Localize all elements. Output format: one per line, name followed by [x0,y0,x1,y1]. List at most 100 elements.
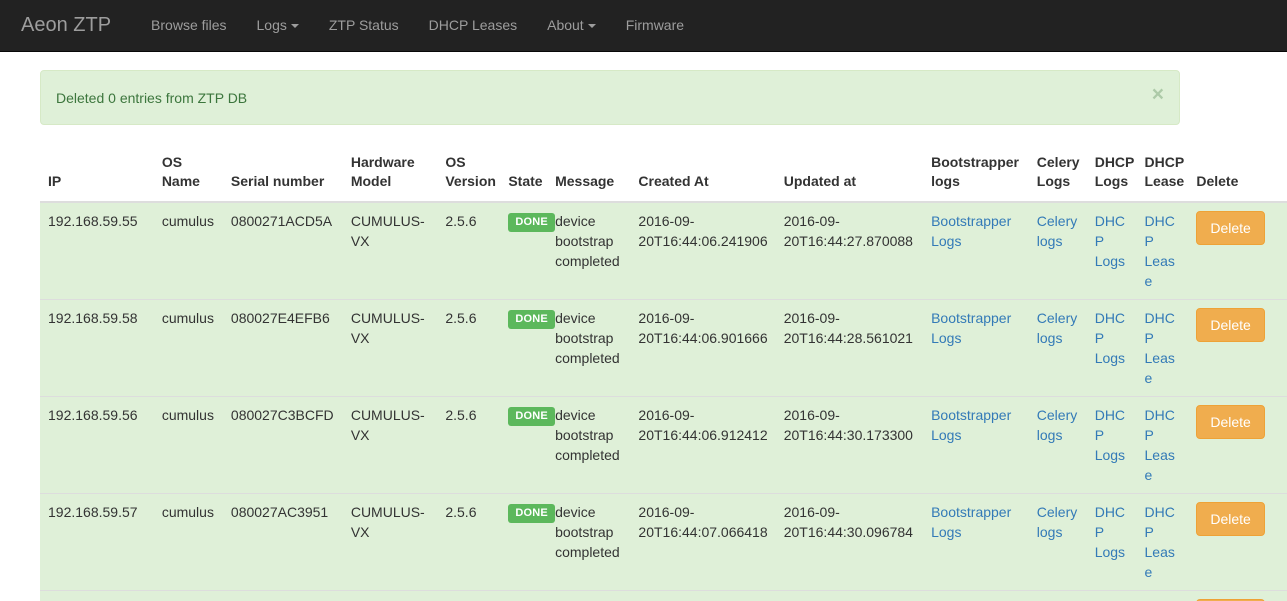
chevron-down-icon [587,24,596,29]
status-badge: DONE [508,309,555,329]
nav-item-about[interactable]: About [532,0,611,51]
header-ip: IP [40,145,154,203]
celery-logs-link[interactable]: Celery logs [1037,407,1077,443]
nav-link-about[interactable]: About [532,0,611,51]
nav-link-about-label: About [547,17,584,33]
nav-item-browse-files[interactable]: Browse files [136,0,241,51]
cell-state: DONE [500,590,555,601]
nav-item-logs[interactable]: Logs [242,0,314,51]
cell-delete: Delete [1188,299,1287,397]
dhcp-lease-link[interactable]: DHCP Lease [1145,504,1175,580]
header-celery-logs: Celery Logs [1028,145,1087,203]
nav-link-ztp-status[interactable]: ZTP Status [314,0,414,51]
status-badge: DONE [508,406,555,426]
cell-updated-at: 2016-09-20T16:44:27.870088 [775,201,924,300]
dhcp-logs-link[interactable]: DHCP Logs [1095,213,1125,269]
bootstrapper-logs-link[interactable]: Bootstrapper Logs [931,407,1011,443]
header-hardware-model: Hardware Model [342,145,438,203]
header-os-name: OS Name [153,145,223,203]
cell-created-at: 2016-09-20T16:44:06.912412 [630,396,776,494]
delete-button[interactable]: Delete [1196,502,1265,536]
cell-celery-logs: Celery logs [1028,396,1087,494]
table-row: 192.168.59.56 cumulus 080027C3BCFD CUMULUS-… [40,396,1287,494]
cell-delete: Delete [1188,493,1287,591]
dhcp-lease-link[interactable]: DHCP Lease [1145,407,1175,483]
cell-created-at: 2016-09-20T16:44:06.241906 [630,201,776,300]
cell-dhcp-lease: DHCP Lease [1136,493,1189,591]
table-row: 192.168.59.58 cumulus 080027E4EFB6 CUMULUS-… [40,299,1287,397]
cell-dhcp-logs: DHCP Logs [1086,201,1137,300]
header-created-at: Created At [630,145,776,203]
delete-button[interactable]: Delete [1196,211,1265,245]
nav-item-firmware[interactable]: Firmware [611,0,699,51]
ztp-status-table: IP OS Name Serial number Hardware Model … [40,145,1287,601]
nav-item-dhcp-leases[interactable]: DHCP Leases [414,0,532,51]
cell-created-at: 2016-09-20T16:44:07.066418 [630,493,776,591]
cell-ip: 192.168.59.59 [40,590,154,601]
dhcp-logs-link[interactable]: DHCP Logs [1095,407,1125,463]
cell-state: DONE [500,201,555,300]
celery-logs-link[interactable]: Celery logs [1037,213,1077,249]
cell-bootstrapper-logs: Bootstrapper Logs [923,590,1029,601]
cell-serial-number: 080027AC3951 [222,493,343,591]
cell-os-name: cumulus [153,590,223,601]
cell-dhcp-logs: DHCP Logs [1086,493,1137,591]
header-delete: Delete [1188,145,1287,203]
cell-ip: 192.168.59.57 [40,493,154,591]
cell-ip: 192.168.59.58 [40,299,154,397]
cell-updated-at: 2016-09-20T16:44:30.173300 [775,396,924,494]
celery-logs-link[interactable]: Celery logs [1037,310,1077,346]
bootstrapper-logs-link[interactable]: Bootstrapper Logs [931,213,1011,249]
cell-hardware-model: CUMULUS-VX [342,201,438,300]
cell-delete: Delete [1188,201,1287,300]
bootstrapper-logs-link[interactable]: Bootstrapper Logs [931,504,1011,540]
cell-celery-logs: Celery logs [1028,493,1087,591]
celery-logs-link[interactable]: Celery logs [1037,504,1077,540]
nav-link-browse-files[interactable]: Browse files [136,0,241,51]
table-row: 192.168.59.59cumulus080027687E1BCUMULUS-… [40,590,1287,601]
table-row: 192.168.59.55 cumulus 0800271ACD5A CUMULUS-… [40,201,1287,300]
delete-button[interactable]: Delete [1196,308,1265,342]
cell-hardware-model: CUMULUS-VX [342,396,438,494]
table-row: 192.168.59.57 cumulus 080027AC3951 CUMULUS-… [40,493,1287,591]
cell-bootstrapper-logs: Bootstrapper Logs [923,493,1029,591]
header-bootstrapper-logs: Bootstrapper logs [923,145,1029,203]
cell-bootstrapper-logs: Bootstrapper Logs [923,396,1029,494]
nav-item-ztp-status[interactable]: ZTP Status [314,0,414,51]
nav-link-logs-label: Logs [256,17,287,33]
delete-button[interactable]: Delete [1196,405,1265,439]
navbar-menu: Browse files Logs ZTP Status DHCP Leases… [126,0,699,51]
cell-dhcp-logs: DHCP Logs [1086,299,1137,397]
cell-state: DONE [500,299,555,397]
alert-message: Deleted 0 entries from ZTP DB [56,90,248,106]
dhcp-logs-link[interactable]: DHCP Logs [1095,310,1125,366]
cell-os-name: cumulus [153,396,223,494]
table-header-row: IP OS Name Serial number Hardware Model … [40,145,1287,203]
header-updated-at: Updated at [775,145,924,203]
cell-state: DONE [500,493,555,591]
nav-link-logs[interactable]: Logs [242,0,314,51]
cell-os-version: 2.5.6 [437,201,501,300]
cell-delete: Delete [1188,396,1287,494]
cell-state: DONE [500,396,555,494]
dhcp-lease-link[interactable]: DHCP Lease [1145,213,1175,289]
dhcp-logs-link[interactable]: DHCP Logs [1095,504,1125,560]
cell-message: device bootstrap completed [547,396,631,494]
dhcp-lease-link[interactable]: DHCP Lease [1145,310,1175,386]
cell-celery-logs: Celery logs [1028,299,1087,397]
bootstrapper-logs-link[interactable]: Bootstrapper Logs [931,310,1011,346]
nav-link-firmware[interactable]: Firmware [611,0,699,51]
close-icon[interactable]: × [1152,84,1164,105]
cell-dhcp-lease: DHCP Lease [1136,299,1189,397]
cell-os-version: 2.5.6 [437,493,501,591]
chevron-down-icon [290,24,299,29]
status-badge: DONE [508,503,555,523]
cell-serial-number: 080027E4EFB6 [222,299,343,397]
nav-link-dhcp-leases[interactable]: DHCP Leases [414,0,532,51]
cell-ip: 192.168.59.55 [40,201,154,300]
top-navbar: Aeon ZTP Browse files Logs ZTP Status DH… [0,0,1287,52]
navbar-brand[interactable]: Aeon ZTP [0,0,126,51]
ztp-status-table-wrapper: IP OS Name Serial number Hardware Model … [40,145,1287,601]
header-os-version: OS Version [437,145,501,203]
header-dhcp-logs: DHCP Logs [1086,145,1137,203]
